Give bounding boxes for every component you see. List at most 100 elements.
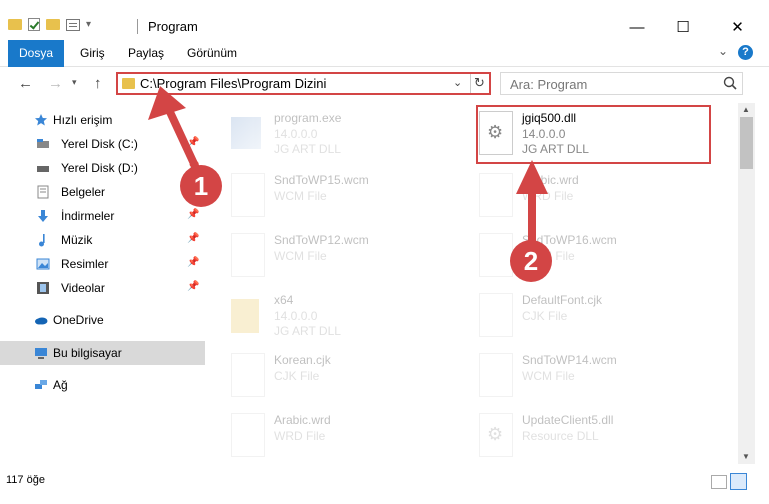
nav-item-music[interactable]: Müzik 📌 [0,228,205,252]
pin-icon[interactable]: 📌 [187,281,199,292]
file-name: SndToWP15.wcm [274,173,369,187]
file-item[interactable]: Arabic.wrd WRD File [223,407,463,464]
search-placeholder: Ara: Program [510,77,588,92]
close-button[interactable]: ✕ [706,14,769,40]
file-item[interactable]: SndToWP12.wcm WCM File [223,227,463,285]
exe-icon [231,117,261,149]
file-type: WCM File [522,369,575,383]
file-icon [479,353,513,397]
file-item[interactable]: program.exe 14.0.0.0 JG ART DLL [223,105,463,163]
file-name: x64 [274,293,294,307]
address-dropdown-chevron-icon[interactable]: ⌄ [453,76,462,89]
forward-arrow-icon[interactable]: → [48,75,63,92]
pin-icon[interactable]: 📌 [187,137,199,148]
nav-quick-access[interactable]: Hızlı erişim [0,108,205,132]
tiles-view-icon[interactable] [730,473,747,490]
search-input[interactable]: Ara: Program [500,72,743,95]
nav-label: Belgeler [61,185,106,199]
title-separator [137,19,138,34]
back-arrow-icon[interactable]: ← [18,75,33,92]
help-icon[interactable]: ? [738,45,753,60]
file-name: SndToWP12.wcm [274,233,369,247]
expand-ribbon-chevron-icon[interactable]: ⌄ [718,44,728,58]
scroll-down-icon[interactable]: ▼ [742,452,750,461]
minimize-button[interactable]: — [614,14,660,40]
nav-label: Resimler [61,257,109,271]
pin-icon[interactable]: 📌 [187,209,199,220]
file-name: UpdateClient5.dll [522,413,614,427]
address-path[interactable]: C:\Program Files\Program Dizini [140,76,326,91]
file-icon [231,353,265,397]
file-item[interactable]: DefaultFont.cjk CJK File [471,287,711,345]
folder-icon [122,78,135,89]
scrollbar-thumb[interactable] [740,117,753,169]
up-arrow-icon[interactable]: ↑ [94,75,102,92]
file-type: CJK File [274,369,320,383]
nav-item-downloads[interactable]: İndirmeler 📌 [0,204,205,228]
title-bar: ▾ Program — ☐ ✕ [0,0,769,40]
drive-icon [37,139,49,148]
folder-icon[interactable] [8,19,22,30]
file-item[interactable]: SndToWP15.wcm WCM File [223,167,463,225]
file-item[interactable]: x64 14.0.0.0 JG ART DLL [223,287,463,345]
new-folder-icon[interactable] [46,19,60,30]
maximize-button[interactable]: ☐ [660,14,706,40]
nav-item-disk-d[interactable]: Yerel Disk (D:) 📌 [0,156,205,180]
customize-toolbar-chevron-icon[interactable]: ▾ [86,19,91,30]
search-icon[interactable] [722,75,738,91]
file-type: WCM File [274,189,327,203]
music-note-icon [39,234,45,247]
quick-access-toolbar: ▾ [8,18,91,31]
cloud-icon [35,317,48,325]
vertical-scrollbar[interactable]: ▲ ▼ [738,103,755,464]
file-description: JG ART DLL [274,324,341,338]
nav-label: Ağ [53,378,68,392]
recent-locations-chevron-icon[interactable]: ▾ [72,77,77,88]
file-item[interactable]: UpdateClient5.dll Resource DLL [471,407,711,464]
nav-label: Hızlı erişim [53,113,113,127]
file-name: Arabic.wrd [522,173,579,187]
details-view-icon[interactable] [711,475,727,489]
scroll-up-icon[interactable]: ▲ [742,105,750,114]
navigation-pane: Hızlı erişim Yerel Disk (C:) 📌 Yerel Dis… [0,103,205,464]
pin-icon[interactable]: 📌 [187,257,199,268]
tab-view[interactable]: Görünüm [187,40,237,67]
status-bar: 117 öğe [0,464,769,504]
file-item[interactable]: Arabic.wrd WRD File [471,167,711,225]
nav-item-pictures[interactable]: Resimler 📌 [0,252,205,276]
tab-home[interactable]: Giriş [80,40,105,67]
ribbon-tabs: Dosya Giriş Paylaş Görünüm ⌄ ? [0,40,769,67]
file-name: program.exe [274,111,342,125]
nav-label: Yerel Disk (C:) [61,137,138,151]
folder-icon [231,299,259,333]
dll-gear-icon [479,413,513,457]
nav-onedrive[interactable]: OneDrive [0,308,205,332]
properties-icon[interactable] [66,18,80,31]
properties-check-icon[interactable] [28,18,40,31]
nav-this-pc[interactable]: Bu bilgisayar [0,341,205,365]
nav-label: OneDrive [53,313,104,327]
highlight-box [476,105,711,164]
tab-file[interactable]: Dosya [8,40,64,67]
file-item[interactable]: Korean.cjk CJK File [223,347,463,405]
tab-share[interactable]: Paylaş [128,40,164,67]
address-separator [470,74,471,93]
nav-label: Müzik [61,233,93,247]
nav-label: Videolar [61,281,105,295]
file-name: DefaultFont.cjk [522,293,603,307]
pin-icon[interactable]: 📌 [187,233,199,244]
nav-label: Yerel Disk (D:) [61,161,138,175]
nav-item-videos[interactable]: Videolar 📌 [0,276,205,300]
nav-item-documents[interactable]: Belgeler 📌 [0,180,205,204]
file-item[interactable]: SndToWP14.wcm WCM File [471,347,711,405]
file-icon [231,173,265,217]
nav-item-disk-c[interactable]: Yerel Disk (C:) 📌 [0,132,205,156]
nav-network[interactable]: Ağ [0,373,205,397]
film-icon [37,282,49,294]
file-name: SndToWP14.wcm [522,353,617,367]
file-icon [479,233,513,277]
address-bar[interactable]: C:\Program Files\Program Dizini ⌄ ↻ [116,72,491,95]
refresh-icon[interactable]: ↻ [474,75,485,91]
file-item[interactable]: SndToWP16.wcm WCM File [471,227,711,285]
drive-icon [37,166,49,172]
